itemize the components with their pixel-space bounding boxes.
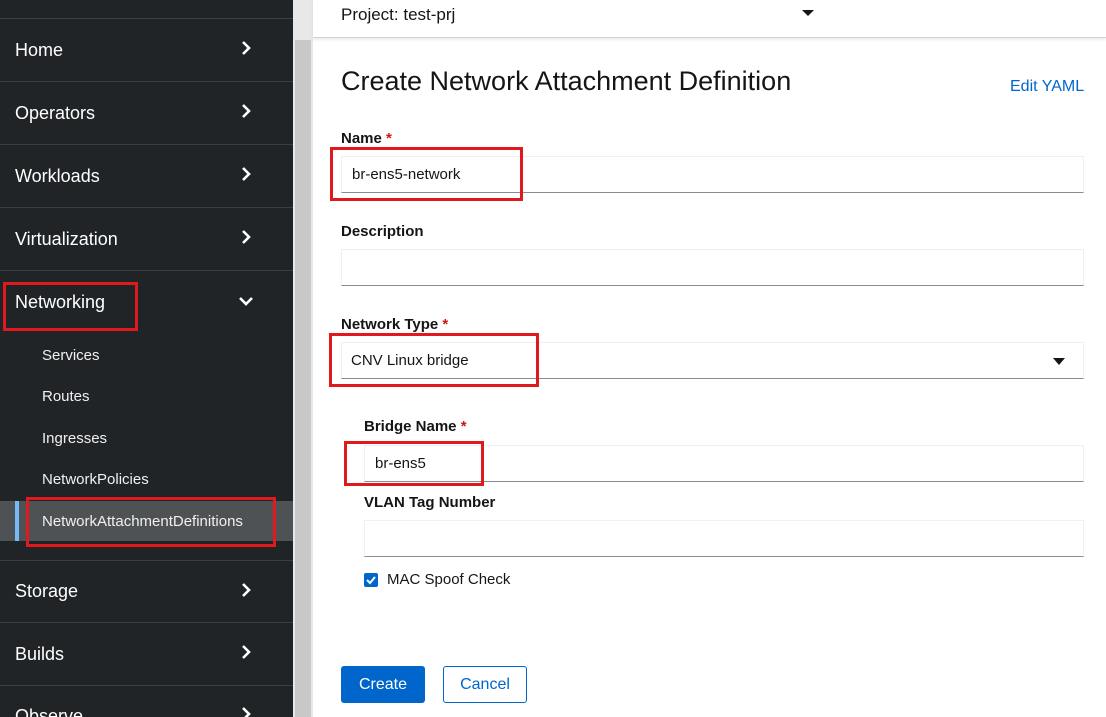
sidebar-item-label: Routes	[42, 387, 90, 405]
sidebar-item-ingresses[interactable]: Ingresses	[0, 418, 293, 458]
network-type-label-text: Network Type	[341, 316, 439, 333]
sidebar-top-divider	[0, 0, 293, 19]
sidebar-item-label: Home	[15, 39, 64, 60]
sidebar-item-label: NetworkPolicies	[42, 470, 149, 488]
vlan-tag-input[interactable]	[364, 520, 1084, 557]
sidebar-item-operators[interactable]: Operators	[0, 82, 293, 145]
sidebar-item-networking[interactable]: Networking	[0, 271, 293, 334]
sidebar-item-routes[interactable]: Routes	[0, 376, 293, 416]
sidebar-item-networkpolicies[interactable]: NetworkPolicies	[0, 459, 293, 499]
sidebar-item-label: Services	[42, 346, 100, 364]
caret-down-icon	[1053, 358, 1065, 365]
sidebar-item-services[interactable]: Services	[0, 335, 293, 375]
bridge-name-label-text: Bridge Name	[364, 418, 457, 435]
sidebar-item-observe[interactable]: Observe	[0, 686, 293, 717]
sidebar-item-workloads[interactable]: Workloads	[0, 145, 293, 208]
sidebar-item-virtualization[interactable]: Virtualization	[0, 208, 293, 271]
sidebar-item-builds[interactable]: Builds	[0, 623, 293, 686]
sidebar-item-storage[interactable]: Storage	[0, 560, 293, 623]
network-type-select[interactable]: CNV Linux bridge	[341, 342, 1084, 379]
sidebar-item-label: Ingresses	[42, 429, 108, 447]
mac-spoof-checkbox[interactable]	[364, 573, 378, 587]
chevron-right-icon	[238, 229, 254, 245]
sidebar-scrollbar[interactable]	[293, 0, 313, 717]
create-button[interactable]: Create	[341, 666, 425, 703]
project-selector-label[interactable]: Project: test-prj	[341, 5, 455, 25]
required-asterisk: *	[442, 316, 449, 333]
name-label-text: Name	[341, 130, 382, 147]
chevron-right-icon	[238, 166, 254, 182]
chevron-right-icon	[238, 644, 254, 660]
cancel-button[interactable]: Cancel	[443, 666, 527, 703]
scrollbar-thumb[interactable]	[295, 40, 311, 717]
sidebar-item-label: Storage	[15, 581, 79, 601]
checkmark-icon	[366, 576, 376, 585]
description-label: Description	[341, 223, 424, 240]
description-input[interactable]	[341, 249, 1084, 286]
network-type-label: Network Type *	[341, 316, 448, 333]
chevron-right-icon	[238, 40, 254, 56]
bridge-name-input[interactable]	[364, 445, 1084, 482]
page-title: Create Network Attachment Definition	[341, 66, 792, 96]
chevron-right-icon	[238, 103, 254, 119]
sidebar-item-label: Builds	[15, 643, 65, 664]
project-dropdown-toggle[interactable]	[789, 0, 831, 30]
project-bar: Project: test-prj	[313, 0, 1106, 38]
required-asterisk: *	[460, 418, 467, 435]
caret-down-icon	[802, 10, 814, 16]
chevron-right-icon	[238, 582, 254, 598]
sidebar-item-home[interactable]: Home	[0, 19, 293, 82]
mac-spoof-label[interactable]: MAC Spoof Check	[387, 571, 510, 588]
chevron-right-icon	[238, 706, 254, 717]
chevron-down-icon	[238, 293, 254, 309]
sidebar-item-label: Workloads	[15, 165, 100, 186]
network-type-selected-value: CNV Linux bridge	[351, 352, 469, 369]
sidebar-item-networkattachmentdefinitions[interactable]: NetworkAttachmentDefinitions	[0, 501, 293, 541]
vlan-tag-label: VLAN Tag Number	[364, 494, 496, 511]
sidebar-item-label: Networking	[15, 292, 106, 312]
name-label: Name *	[341, 130, 392, 147]
sidebar-item-label: Observe	[15, 706, 84, 717]
sidebar-item-label: Virtualization	[15, 228, 118, 249]
sidebar-item-label: NetworkAttachmentDefinitions	[42, 512, 243, 530]
name-input[interactable]	[341, 156, 1084, 193]
sidebar: Home Operators Workloads Virtualization …	[0, 0, 293, 717]
edit-yaml-link[interactable]: Edit YAML	[1010, 78, 1084, 96]
required-asterisk: *	[386, 130, 392, 147]
bridge-name-label: Bridge Name *	[364, 418, 467, 435]
sidebar-item-label: Operators	[15, 102, 96, 123]
